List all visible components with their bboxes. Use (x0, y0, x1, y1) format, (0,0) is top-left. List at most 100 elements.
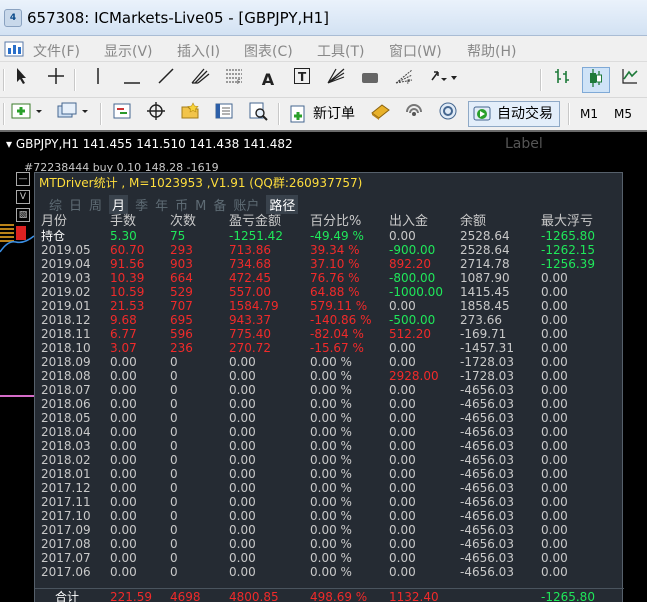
deposit-cell: -800.00 (389, 271, 436, 285)
panel-tab[interactable]: 备 (213, 195, 226, 214)
panel-tab[interactable]: 年 (155, 195, 168, 214)
candlestick-chart-icon[interactable] (582, 67, 610, 93)
deposit-cell: 0.00 (389, 355, 416, 369)
panel-minimize-button[interactable]: — (16, 172, 30, 186)
new-order-button[interactable]: 新订单 (284, 101, 362, 127)
panel-grid-button[interactable]: ▧ (16, 208, 30, 222)
count-cell: 0 (170, 369, 178, 383)
max-drawdown-cell: 0.00 (541, 313, 568, 327)
text-icon[interactable]: A (254, 67, 282, 93)
trendline-icon[interactable] (152, 67, 180, 93)
rectangle-icon[interactable] (356, 67, 384, 93)
panel-tab[interactable]: 综 (49, 195, 62, 214)
max-drawdown-cell: 0.00 (541, 495, 568, 509)
menu-window[interactable]: 窗口(W) (389, 41, 442, 61)
panel-tab[interactable]: 周 (89, 195, 102, 214)
balance-cell: 2528.64 (460, 243, 510, 257)
menu-file[interactable]: 文件(F) (33, 41, 80, 61)
new-order-icon (290, 105, 305, 123)
count-cell: 236 (170, 341, 193, 355)
deposit-cell: -500.00 (389, 313, 436, 327)
window-title-bar[interactable]: 4 657308: ICMarkets-Live05 - [GBPJPY,H1] (0, 0, 647, 36)
metaeditor-icon[interactable] (366, 101, 394, 127)
max-drawdown-cell: 0.00 (541, 411, 568, 425)
metatrader-app-icon[interactable]: 4 (4, 9, 22, 27)
panel-tab[interactable]: 季 (135, 195, 148, 214)
lots-cell: 0.00 (110, 565, 137, 579)
auto-trading-button[interactable]: 自动交易 (468, 101, 560, 127)
percent-cell: -82.04 % (310, 327, 364, 341)
panel-tab[interactable]: M (195, 199, 206, 214)
lots-cell: 0.00 (110, 439, 137, 453)
toolbar-separator (74, 69, 76, 91)
gann-fan-icon[interactable] (322, 67, 350, 93)
pnl-cell: 0.00 (229, 565, 256, 579)
panel-tab[interactable]: 账户 (233, 195, 259, 214)
navigator-icon[interactable] (176, 101, 204, 127)
max-drawdown-cell: 0.00 (541, 271, 568, 285)
panel-collapse-button[interactable]: V (16, 190, 30, 204)
vertical-line-icon[interactable] (84, 67, 112, 93)
month-cell: 2018.04 (41, 425, 91, 439)
menu-charts[interactable]: 图表(C) (244, 41, 293, 61)
menu-help[interactable]: 帮助(H) (467, 41, 516, 61)
horizontal-line-icon[interactable] (118, 67, 146, 93)
strategy-tester-icon[interactable] (244, 101, 272, 127)
percent-cell: 37.10 % (310, 257, 360, 271)
table-row: 2018.11 6.77 596 775.40 -82.04 % 512.20 -169.7… (35, 327, 624, 341)
signals-icon[interactable] (400, 101, 428, 127)
cursor-icon[interactable] (8, 67, 36, 93)
deposit-cell: 0.00 (389, 397, 416, 411)
max-drawdown-cell: 0.00 (541, 551, 568, 565)
data-window-icon[interactable] (142, 101, 170, 127)
crosshair-icon[interactable] (42, 67, 70, 93)
balance-cell: -4656.03 (460, 481, 514, 495)
community-icon[interactable] (434, 101, 462, 127)
menu-tools[interactable]: 工具(T) (317, 41, 364, 61)
deposit-cell: 512.20 (389, 327, 431, 341)
pnl-cell: 775.40 (229, 327, 271, 341)
max-drawdown-cell: -1256.39 (541, 257, 595, 271)
new-chart-icon[interactable] (8, 101, 48, 127)
andrews-pitchfork-icon[interactable] (186, 67, 214, 93)
pnl-cell: 0.00 (229, 467, 256, 481)
svg-text:T: T (298, 70, 307, 84)
chart-expand-arrow-icon[interactable]: ▾ (6, 137, 12, 151)
max-drawdown-cell: 0.00 (541, 327, 568, 341)
balance-cell: 2528.64 (460, 229, 510, 243)
fibo-retracement-icon[interactable]: F (220, 67, 248, 93)
month-cell: 2018.09 (41, 355, 91, 369)
deposit-cell: 0.00 (389, 411, 416, 425)
bar-chart-icon[interactable] (548, 67, 576, 93)
pnl-cell: 0.00 (229, 509, 256, 523)
timeframe-m1-button[interactable]: M1 (580, 101, 598, 127)
profiles-icon[interactable] (54, 101, 94, 127)
column-header: 百分比% (310, 214, 362, 229)
terminal-icon[interactable] (210, 101, 238, 127)
toolbar-grip[interactable] (3, 69, 5, 91)
column-header: 月份 (41, 214, 68, 229)
toolbar-grip[interactable] (3, 103, 5, 125)
percent-cell: 0.00 % (310, 355, 352, 369)
sell-marker (16, 226, 26, 240)
balance-cell: -4656.03 (460, 495, 514, 509)
timeframe-m5-button[interactable]: M5 (614, 101, 632, 127)
month-cell: 2017.12 (41, 481, 91, 495)
market-watch-icon[interactable] (108, 101, 136, 127)
menu-insert[interactable]: 插入(I) (177, 41, 220, 61)
text-label-icon[interactable]: T (288, 67, 316, 93)
percent-cell: 0.00 % (310, 537, 352, 551)
panel-tab[interactable]: 路径 (266, 195, 299, 214)
line-chart-icon[interactable] (616, 67, 644, 93)
panel-tab[interactable]: 日 (69, 195, 82, 214)
pnl-cell: 0.00 (229, 397, 256, 411)
deposit-cell: 0.00 (389, 383, 416, 397)
arrow-menu-icon[interactable] (426, 67, 462, 93)
fibo-fan-icon[interactable]: F (390, 67, 418, 93)
count-cell: 0 (170, 397, 178, 411)
panel-tab[interactable]: 月 (109, 195, 129, 214)
panel-tab[interactable]: 币 (175, 195, 188, 214)
chart-window-icon[interactable] (4, 40, 24, 58)
menu-view[interactable]: 显示(V) (104, 41, 153, 61)
chart-window[interactable]: ▾ GBPJPY,H1 141.455 141.510 141.438 141.… (0, 130, 647, 602)
